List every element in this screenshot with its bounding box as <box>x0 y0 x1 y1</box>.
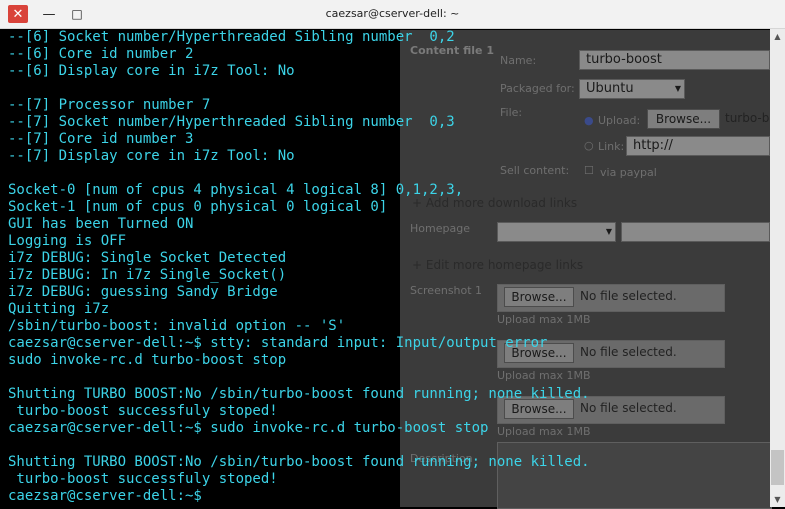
terminal-line: sudo invoke-rc.d turbo-boost stop <box>8 352 287 368</box>
terminal-line: Socket-0 [num of cpus 4 physical 4 logic… <box>8 182 464 198</box>
terminal-line: --[7] Processor number 7 <box>8 97 211 113</box>
terminal-line: caezsar@cserver-dell:~$ <box>8 488 211 504</box>
terminal-line: GUI has been Turned ON <box>8 216 194 232</box>
terminal-line: --[7] Socket number/Hyperthreaded Siblin… <box>8 114 455 130</box>
scroll-up-icon[interactable]: ▲ <box>770 29 785 44</box>
terminal-line: turbo-boost successfuly stoped! <box>8 471 278 487</box>
terminal-output[interactable]: --[6] Socket number/Hyperthreaded Siblin… <box>0 29 770 507</box>
terminal-line: /sbin/turbo-boost: invalid option -- 'S' <box>8 318 346 334</box>
terminal-line: i7z DEBUG: guessing Sandy Bridge <box>8 284 278 300</box>
title-bar: ✕ — □ caezsar@cserver-dell: ~ <box>0 0 785 29</box>
terminal-line: Shutting TURBO BOOST:No /sbin/turbo-boos… <box>8 454 590 470</box>
terminal-line: Shutting TURBO BOOST:No /sbin/turbo-boos… <box>8 386 590 402</box>
terminal-line: i7z DEBUG: Single Socket Detected <box>8 250 287 266</box>
terminal-line: turbo-boost successfuly stoped! <box>8 403 278 419</box>
terminal-line: --[7] Core id number 3 <box>8 131 194 147</box>
terminal-line: --[6] Core id number 2 <box>8 46 194 62</box>
terminal-scrollbar[interactable]: ▲ ▼ <box>770 29 785 507</box>
terminal-line: Logging is OFF <box>8 233 127 249</box>
window-title: caezsar@cserver-dell: ~ <box>325 7 460 20</box>
terminal-line: i7z DEBUG: In i7z Single_Socket() <box>8 267 287 283</box>
terminal-line: --[6] Display core in i7z Tool: No <box>8 63 295 79</box>
terminal-line: caezsar@cserver-dell:~$ stty: standard i… <box>8 335 548 351</box>
terminal-line: --[7] Display core in i7z Tool: No <box>8 148 295 164</box>
terminal-line: Socket-1 [num of cpus 0 physical 0 logic… <box>8 199 388 215</box>
scroll-down-icon[interactable]: ▼ <box>770 492 785 507</box>
terminal-line: Quitting i7z <box>8 301 110 317</box>
terminal-lines: --[6] Socket number/Hyperthreaded Siblin… <box>8 29 590 505</box>
scroll-thumb[interactable] <box>771 450 784 485</box>
terminal-line: --[6] Socket number/Hyperthreaded Siblin… <box>8 29 455 45</box>
terminal-line: caezsar@cserver-dell:~$ sudo invoke-rc.d… <box>8 420 489 436</box>
